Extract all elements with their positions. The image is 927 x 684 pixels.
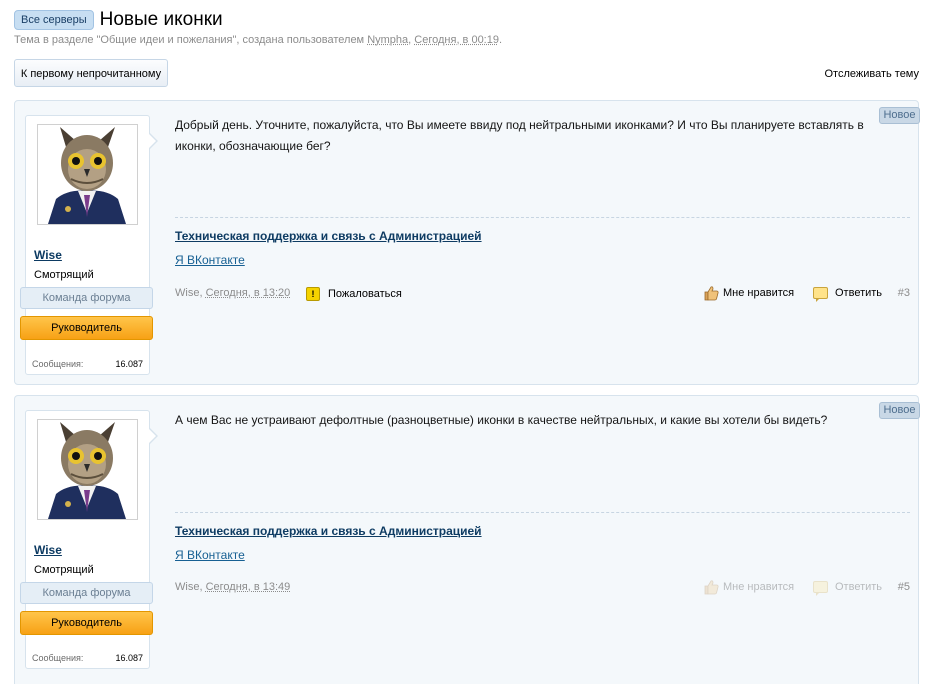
warning-icon: ! (306, 287, 320, 301)
meta-date-link[interactable]: Сегодня, в 13:49 (206, 581, 291, 593)
user-card-arrow (148, 427, 158, 445)
post-author-link[interactable]: Wise (34, 543, 62, 557)
user-title: Смотрящий (34, 564, 94, 576)
like-label: Мне нравится (723, 581, 795, 593)
signature-divider (175, 217, 910, 218)
avatar[interactable] (37, 124, 138, 225)
subtitle-text: Тема в разделе "Общие идеи и пожелания",… (14, 34, 368, 46)
banner-leader: Руководитель (20, 611, 153, 635)
post-number-link[interactable]: #3 (898, 287, 910, 299)
post-number-link[interactable]: #5 (898, 581, 910, 593)
user-card: Wise Смотрящий Команда форума Руководите… (20, 410, 158, 669)
reply-link[interactable]: Ответить (813, 287, 883, 302)
thumbs-up-icon (704, 580, 719, 595)
subtitle-date-link[interactable]: Сегодня, в 00:19 (414, 34, 499, 46)
messages-count-value: 16.087 (115, 359, 143, 369)
meta-author-link[interactable]: Wise (175, 287, 199, 299)
meta-author-link[interactable]: Wise (175, 581, 199, 593)
user-title: Смотрящий (34, 269, 94, 281)
banner-team: Команда форума (20, 287, 153, 309)
messages-count-label: Сообщения: (32, 359, 84, 369)
report-link[interactable]: ! Пожаловаться (306, 287, 402, 301)
post-meta: Wise, Сегодня, в 13:49 Мне нравится Отве… (175, 579, 910, 597)
user-card-arrow (148, 132, 158, 150)
banner-leader: Руководитель (20, 316, 153, 340)
owl-avatar-icon (38, 125, 137, 224)
signature-vk-link[interactable]: Я ВКонтакте (175, 253, 245, 267)
thread-prefix[interactable]: Все серверы (14, 10, 94, 30)
reply-label: Ответить (835, 581, 883, 593)
like-link[interactable]: Мне нравится (703, 285, 794, 301)
message-text: Добрый день. Уточните, пожалуйста, что В… (175, 118, 864, 153)
banner-team: Команда форума (20, 582, 153, 604)
speech-bubble-icon (813, 287, 828, 302)
messages-count-label: Сообщения: (32, 653, 84, 663)
post-5: Wise Смотрящий Команда форума Руководите… (14, 395, 920, 684)
signature-vk-link[interactable]: Я ВКонтакте (175, 548, 245, 562)
signature-divider (175, 512, 910, 513)
subtitle-end: . (498, 34, 503, 46)
messages-count-value: 16.087 (115, 653, 143, 663)
speech-bubble-icon (813, 581, 828, 596)
like-link[interactable]: Мне нравится (703, 579, 794, 595)
thread-subtitle: Тема в разделе "Общие идеи и пожелания",… (14, 34, 502, 46)
owl-avatar-icon (38, 420, 137, 519)
signature-support-link[interactable]: Техническая поддержка и связь с Админист… (175, 524, 482, 538)
reply-link[interactable]: Ответить (813, 581, 883, 596)
thread-header: Все серверы Новые иконки (14, 9, 223, 31)
post-meta: Wise, Сегодня, в 13:20 ! Пожаловаться Мн… (175, 285, 910, 303)
watch-thread-link[interactable]: Отслеживать тему (824, 68, 919, 80)
reply-label: Ответить (835, 287, 883, 299)
page-title: Новые иконки (99, 9, 223, 30)
thumbs-up-icon (704, 286, 719, 301)
meta-date-link[interactable]: Сегодня, в 13:20 (206, 287, 291, 299)
first-unread-button[interactable]: К первому непрочитанному (14, 59, 168, 87)
like-label: Мне нравится (723, 287, 795, 299)
user-card: Wise Смотрящий Команда форума Руководите… (20, 115, 158, 375)
post-3: Wise Смотрящий Команда форума Руководите… (14, 100, 920, 385)
subtitle-author-link[interactable]: Nympha (367, 34, 408, 46)
signature-support-link[interactable]: Техническая поддержка и связь с Админист… (175, 229, 482, 243)
post-author-link[interactable]: Wise (34, 248, 62, 262)
avatar[interactable] (37, 419, 138, 520)
report-label: Пожаловаться (328, 288, 402, 300)
message-text: А чем Вас не устраивают дефолтные (разно… (175, 413, 828, 427)
